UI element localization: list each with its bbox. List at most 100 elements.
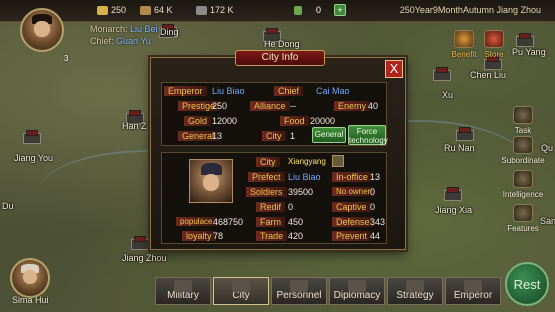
redif-label: Redif [256,202,286,212]
subordinate-label: Subordinate [501,156,545,165]
rest-button[interactable]: Rest [505,262,549,306]
monarch-label: Monarch: [90,24,128,34]
map-label-he-dong[interactable]: He Dong [264,39,300,49]
monarch-name: Liu Bei [130,24,158,34]
map-label-du[interactable]: Du [2,201,14,211]
enemy-value: 40 [368,101,379,111]
grain-sack-icon [140,6,151,16]
advisor-name: Sima Hui [12,295,49,305]
chief-value: Cai Mao [316,86,350,96]
personnel-icon [290,280,308,292]
tab-diplomacy[interactable]: Diplomacy [329,277,385,305]
defense-label: Defense [332,217,374,227]
food-value: 20000 [310,116,336,126]
intelligence-label: Intelligence [502,190,544,199]
force-technology-button[interactable]: Force technology [348,125,388,145]
tab-city[interactable]: City [213,277,269,305]
chief-label: Chief: [90,36,114,46]
add-resource-button[interactable]: + [334,4,346,16]
gold-label: Gold [184,116,212,126]
map-label-ding[interactable]: Ding [160,27,179,37]
portrait-hat [200,162,222,176]
city-marker[interactable] [22,130,41,144]
city-info-icon[interactable] [332,155,344,167]
intelligence-button[interactable]: Intelligence [497,170,549,199]
close-button[interactable]: X [385,60,403,78]
intelligence-icon [513,170,533,188]
city-marker[interactable] [443,187,462,201]
features-icon [513,204,533,222]
captive-value: 0 [370,202,376,212]
no-owner-value: 0 [370,187,376,197]
general-button[interactable]: General [312,127,346,143]
city-icon [232,280,250,292]
food-label: Food [280,116,309,126]
troop-value: 172 K [210,5,234,15]
benefit-button[interactable]: Benefit [447,30,481,59]
tab-strategy[interactable]: Strategy [387,277,443,305]
tab-personnel[interactable]: Personnel [271,277,327,305]
features-button[interactable]: Features [497,204,549,233]
troop-resource: 172 K [196,5,234,16]
city-marker[interactable] [130,236,149,250]
gold-value: 250 [111,5,127,15]
tab-military[interactable]: Military [155,277,211,305]
scroll-icon [294,6,302,16]
top-resource-bar: 250 64 K 172 K 0 + 250Year9MonthAutumn J… [0,0,555,22]
map-label-ru-nan[interactable]: Ru Nan [444,143,475,153]
date-location: 250Year9MonthAutumn Jiang Zhou [399,5,541,15]
city-info-dialog: City Info X Emperor Liu Biao Chief Cai M… [150,50,406,250]
gold-resource: 250 [97,5,127,16]
task-label: Task [514,126,532,135]
prefect-value: Liu Biao [288,172,321,182]
map-label-xu[interactable]: Xu [442,90,453,100]
city-label: City [256,157,280,167]
monarch-line: Monarch: Liu Bei [90,24,158,34]
map-label-jiang-zhou[interactable]: Jiang Zhou [122,253,167,263]
tab-emperor[interactable]: Emperor [445,277,501,305]
level-badge: 3 [64,54,69,63]
features-label: Features [507,224,539,233]
chief-line: Chief: Guan Yu [90,36,151,46]
ruler-portrait[interactable] [20,8,64,52]
portrait-face [22,270,38,285]
military-icon [174,280,192,292]
loyalty-value: 78 [213,231,224,241]
map-label-chen-liu[interactable]: Chen Liu [470,70,506,80]
city-marker[interactable] [455,127,474,141]
map-label-jiang-xia[interactable]: Jiang Xia [435,205,472,215]
task-button[interactable]: Task [497,106,549,135]
map-label-pu-yang[interactable]: Pu Yang [512,47,546,57]
subordinate-icon [513,136,533,154]
soldiers-label: Soldiers [246,187,287,197]
advisor-portrait[interactable] [10,258,50,298]
enemy-label: Enemy [334,101,371,111]
farm-value: 450 [288,217,304,227]
loyalty-label: loyalty [182,231,216,241]
map-label-jiang-you[interactable]: Jiang You [14,153,53,163]
redif-value: 0 [288,202,294,212]
scroll-count: 0 [316,5,322,15]
city-marker[interactable] [515,33,534,47]
store-button[interactable]: Store [477,30,511,59]
subordinate-button[interactable]: Subordinate [497,136,549,165]
trade-value: 420 [288,231,304,241]
diplomacy-icon [348,280,366,292]
portrait-face [202,174,220,192]
prestige-value: 250 [212,101,228,111]
gold-coins-icon [97,6,108,16]
gold-value: 12000 [212,116,238,126]
emperor-label: Emperor [164,86,207,96]
dialog-title: City Info [235,50,325,66]
prevent-value: 44 [370,231,381,241]
alliance-value: -- [290,101,296,111]
portrait-face [34,21,50,38]
task-icon [513,106,533,124]
city-name: Xiangyang [288,157,326,166]
farm-label: Farm [256,217,285,227]
captive-label: Captive [332,202,371,212]
city-marker[interactable] [432,67,451,81]
map-label-han-z[interactable]: Han Z [122,121,147,131]
soldier-icon [196,6,207,16]
store-label: Store [484,50,504,59]
